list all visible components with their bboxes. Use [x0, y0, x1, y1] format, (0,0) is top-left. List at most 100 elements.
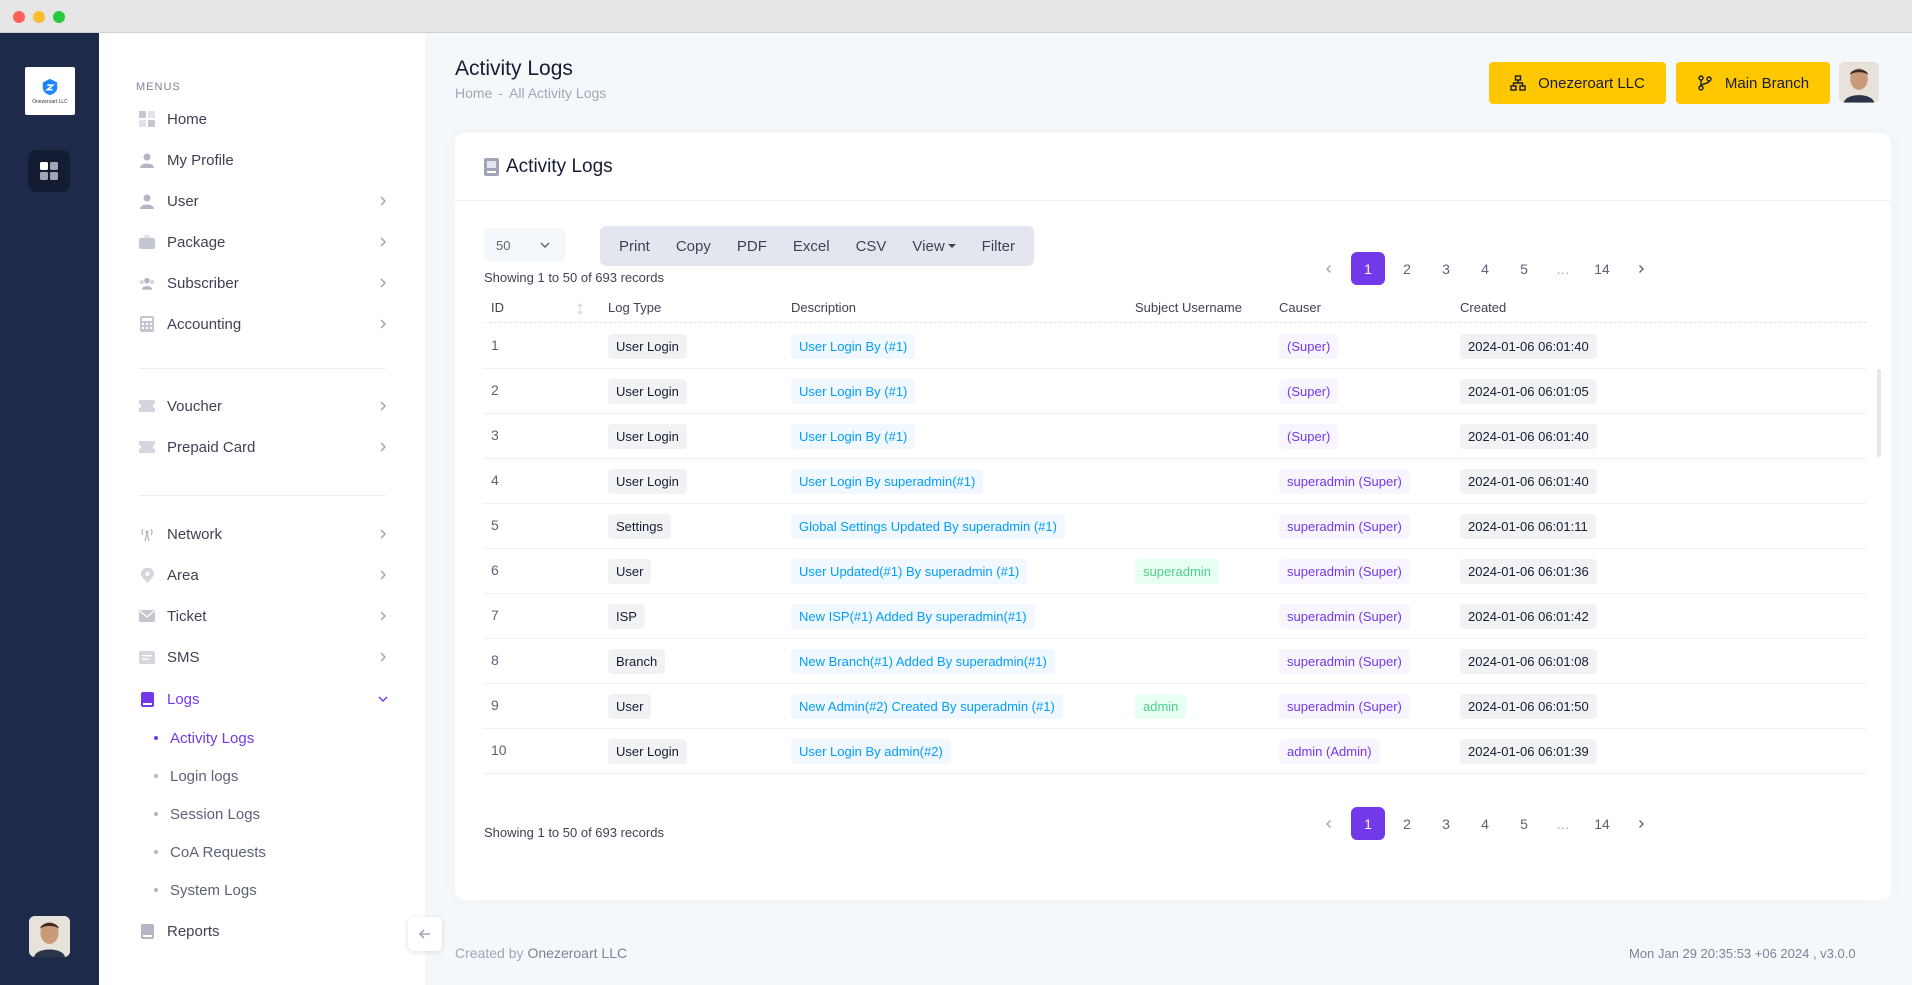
sidebar-item-reports[interactable]: Reports	[139, 917, 389, 945]
view-dropdown-button[interactable]: View	[899, 226, 968, 266]
sidebar-item-subscriber[interactable]: Subscriber	[139, 269, 389, 297]
page-button-4[interactable]: 4	[1468, 252, 1502, 285]
description-badge: New Admin(#2) Created By superadmin (#1)	[791, 694, 1063, 719]
page-button-2[interactable]: 2	[1390, 807, 1424, 840]
table-row[interactable]: 6 User User Updated(#1) By superadmin (#…	[484, 549, 1867, 594]
column-header-subject-username[interactable]: Subject Username	[1135, 300, 1242, 315]
csv-button[interactable]: CSV	[843, 226, 900, 266]
page-button-1[interactable]: 1	[1351, 252, 1385, 285]
page-button-2[interactable]: 2	[1390, 252, 1424, 285]
sidebar-item-accounting[interactable]: Accounting	[139, 310, 389, 338]
breadcrumb-home[interactable]: Home	[455, 85, 492, 101]
records-info-top: Showing 1 to 50 of 693 records	[484, 270, 664, 285]
sidebar-item-network[interactable]: Network	[139, 520, 389, 548]
table-row[interactable]: 8 Branch New Branch(#1) Added By superad…	[484, 639, 1867, 684]
table-row[interactable]: 5 Settings Global Settings Updated By su…	[484, 504, 1867, 549]
table-row[interactable]: 10 User Login User Login By admin(#2) ad…	[484, 729, 1867, 774]
caret-down-icon	[947, 244, 956, 248]
message-icon	[139, 649, 155, 665]
dashboard-apps-button[interactable]	[28, 150, 70, 192]
pagination-bottom: 1 2 3 4 5 … 14	[1307, 807, 1658, 840]
sidebar-subitem-activity-logs[interactable]: Activity Logs	[154, 727, 254, 749]
user-avatar-bottom[interactable]	[29, 916, 70, 957]
page-button-4[interactable]: 4	[1468, 807, 1502, 840]
description-badge: User Login By (#1)	[791, 379, 916, 404]
page-button-3[interactable]: 3	[1429, 252, 1463, 285]
window-titlebar	[0, 0, 1912, 33]
column-header-description[interactable]: Description	[791, 300, 856, 315]
table-row[interactable]: 1 User Login User Login By (#1) (Super) …	[484, 324, 1867, 369]
next-page-button[interactable]	[1624, 252, 1658, 285]
sort-icon[interactable]	[576, 303, 584, 315]
pagination-top: 1 2 3 4 5 … 14	[1307, 252, 1658, 285]
sidebar-subitem-coa-requests[interactable]: CoA Requests	[154, 841, 266, 863]
table-row[interactable]: 7 ISP New ISP(#1) Added By superadmin(#1…	[484, 594, 1867, 639]
package-icon	[139, 234, 155, 250]
subitem-label: System Logs	[170, 881, 257, 899]
sidebar-item-area[interactable]: Area	[139, 561, 389, 589]
page-button-5[interactable]: 5	[1507, 252, 1541, 285]
table-row[interactable]: 9 User New Admin(#2) Created By superadm…	[484, 684, 1867, 729]
sidebar-subitem-session-logs[interactable]: Session Logs	[154, 803, 260, 825]
page-ellipsis: …	[1556, 260, 1570, 277]
bullet-icon	[154, 888, 158, 892]
maximize-window-button[interactable]	[53, 11, 65, 23]
cell-id: 5	[491, 517, 499, 533]
sidebar-item-prepaid-card[interactable]: Prepaid Card	[139, 433, 389, 461]
copy-button[interactable]: Copy	[663, 226, 724, 266]
close-window-button[interactable]	[13, 11, 25, 23]
column-header-id[interactable]: ID	[491, 300, 504, 315]
column-header-log-type[interactable]: Log Type	[608, 300, 661, 315]
page-button-5[interactable]: 5	[1507, 807, 1541, 840]
description-badge: User Login By (#1)	[791, 424, 916, 449]
table-scrollbar[interactable]	[1877, 369, 1881, 457]
page-button-1[interactable]: 1	[1351, 807, 1385, 840]
page-button-14[interactable]: 14	[1585, 252, 1619, 285]
footer-company-link[interactable]: Onezeroart LLC	[527, 945, 627, 961]
log-type-badge: ISP	[608, 604, 645, 629]
user-avatar-top[interactable]	[1839, 62, 1879, 103]
sidebar-subitem-login-logs[interactable]: Login logs	[154, 765, 238, 787]
table-actions-group: Print Copy PDF Excel CSV View Filter	[600, 226, 1034, 266]
prev-page-button[interactable]	[1312, 252, 1346, 285]
subitem-label: CoA Requests	[170, 843, 266, 861]
branch-button[interactable]: Main Branch	[1676, 62, 1830, 104]
brand-logo[interactable]: Onezeroart LLC	[25, 67, 75, 115]
log-type-badge: User Login	[608, 334, 687, 359]
description-badge: User Updated(#1) By superadmin (#1)	[791, 559, 1028, 584]
page-button-3[interactable]: 3	[1429, 807, 1463, 840]
sidebar-subitem-system-logs[interactable]: System Logs	[154, 879, 257, 901]
table-row[interactable]: 3 User Login User Login By (#1) (Super) …	[484, 414, 1867, 459]
column-header-created[interactable]: Created	[1460, 300, 1506, 315]
ticket-icon	[139, 398, 155, 414]
chevron-right-icon	[380, 237, 387, 247]
pdf-button[interactable]: PDF	[724, 226, 780, 266]
sidebar-item-logs[interactable]: Logs	[139, 685, 389, 713]
excel-button[interactable]: Excel	[780, 226, 843, 266]
sidebar-item-ticket[interactable]: Ticket	[139, 602, 389, 630]
print-button[interactable]: Print	[606, 226, 663, 266]
app-window: Onezeroart LLC MENUS Home My Profile Use…	[0, 0, 1912, 985]
chevron-right-icon	[380, 570, 387, 580]
brand-shield-icon	[42, 78, 58, 95]
filter-button[interactable]: Filter	[969, 226, 1028, 266]
page-length-select[interactable]: 50	[484, 228, 566, 262]
sidebar-item-voucher[interactable]: Voucher	[139, 392, 389, 420]
sidebar-item-my-profile[interactable]: My Profile	[139, 146, 389, 174]
chevron-right-icon	[1639, 264, 1644, 273]
column-header-causer[interactable]: Causer	[1279, 300, 1321, 315]
sidebar-item-package[interactable]: Package	[139, 228, 389, 256]
sidebar-item-sms[interactable]: SMS	[139, 643, 389, 671]
table-row[interactable]: 2 User Login User Login By (#1) (Super) …	[484, 369, 1867, 414]
next-page-button[interactable]	[1624, 807, 1658, 840]
sidebar-item-user[interactable]: User	[139, 187, 389, 215]
prev-page-button[interactable]	[1312, 807, 1346, 840]
sidebar-item-home[interactable]: Home	[139, 105, 389, 133]
location-pin-icon	[139, 567, 155, 583]
page-button-14[interactable]: 14	[1585, 807, 1619, 840]
log-type-badge: Settings	[608, 514, 671, 539]
company-button[interactable]: Onezeroart LLC	[1489, 62, 1666, 104]
company-button-label: Onezeroart LLC	[1538, 74, 1645, 92]
minimize-window-button[interactable]	[33, 11, 45, 23]
table-row[interactable]: 4 User Login User Login By superadmin(#1…	[484, 459, 1867, 504]
